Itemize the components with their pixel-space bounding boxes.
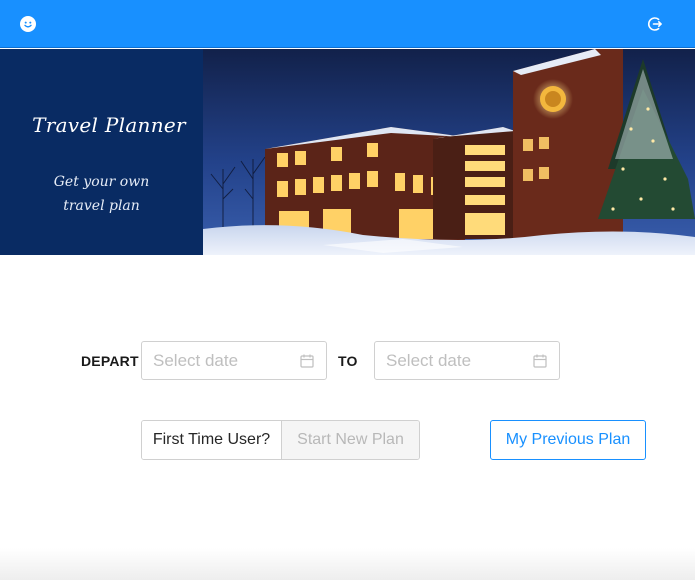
depart-label: DEPART: [81, 353, 139, 369]
logout-icon[interactable]: [646, 15, 664, 33]
to-label: TO: [338, 353, 358, 369]
new-plan-input-group: First Time User? Start New Plan: [141, 420, 420, 460]
depart-date-input[interactable]: [153, 349, 293, 373]
top-navigation-bar: [0, 0, 695, 48]
return-date-picker[interactable]: [374, 341, 560, 380]
return-date-input[interactable]: [386, 349, 526, 373]
depart-date-picker[interactable]: [141, 341, 327, 380]
calendar-icon: [533, 354, 547, 368]
first-time-user-label: First Time User?: [142, 421, 282, 459]
banner-subtitle: Get your own travel plan: [0, 170, 203, 218]
start-new-plan-button[interactable]: Start New Plan: [282, 421, 419, 459]
app-window: Travel Planner Get your own travel plan: [0, 0, 695, 580]
bottom-fade: [0, 548, 695, 580]
smiley-logo-icon[interactable]: [20, 16, 36, 32]
calendar-icon: [300, 354, 314, 368]
my-previous-plan-button[interactable]: My Previous Plan: [490, 420, 646, 460]
hero-banner: Travel Planner Get your own travel plan: [0, 49, 695, 255]
banner-photo: [203, 49, 695, 255]
banner-subtitle-line-2: travel plan: [63, 198, 140, 214]
banner-subtitle-line-1: Get your own: [53, 174, 150, 190]
banner-title: Travel Planner: [32, 113, 186, 137]
banner-text-panel: Travel Planner Get your own travel plan: [0, 49, 203, 255]
